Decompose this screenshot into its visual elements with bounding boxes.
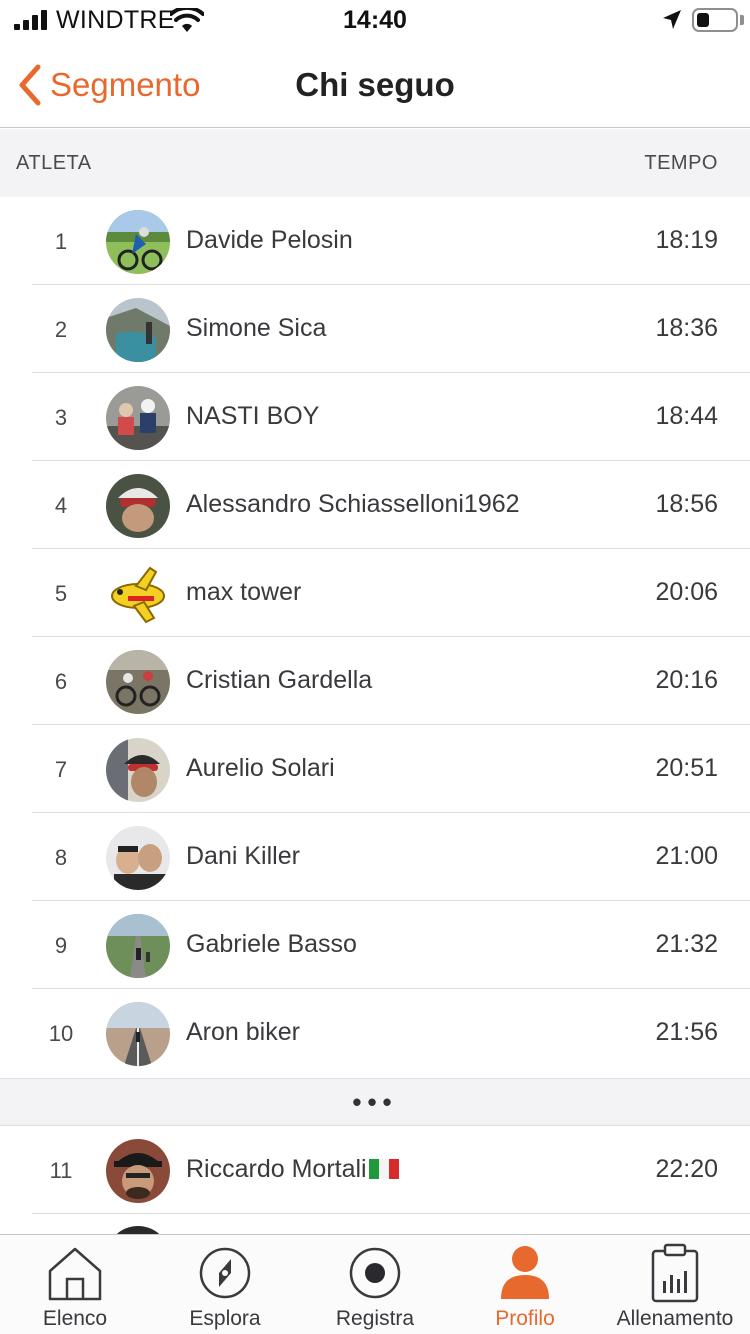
segment-time: 21:32 [655, 930, 718, 958]
athlete-name: NASTI BOY [186, 402, 320, 430]
avatar[interactable] [106, 1139, 170, 1203]
avatar[interactable] [106, 298, 170, 362]
segment-time: 18:56 [655, 490, 718, 518]
record-icon [349, 1247, 401, 1299]
segment-time: 20:16 [655, 666, 718, 694]
tab-label: Elenco [42, 1307, 108, 1330]
avatar[interactable] [106, 914, 170, 978]
row-rank: 3 [54, 405, 68, 430]
tab-profilo[interactable]: Profilo [450, 1235, 600, 1334]
segment-time: 18:44 [655, 402, 718, 430]
athlete-name: Cristian Gardella [186, 666, 373, 694]
tab-esplora[interactable]: Esplora [150, 1235, 300, 1334]
row-rank: 4 [54, 493, 68, 518]
avatar[interactable] [106, 738, 170, 802]
italy-flag-icon [368, 1159, 399, 1179]
segment-time: 21:56 [655, 1018, 718, 1046]
avatar[interactable] [106, 826, 170, 890]
clipboard-chart-icon [651, 1243, 699, 1303]
leaderboard-row[interactable]: 10 Aron biker 21:56 [0, 989, 750, 1077]
row-rank: 5 [54, 581, 68, 606]
tab-label: Registra [335, 1307, 415, 1330]
row-rank: 2 [54, 317, 68, 342]
avatar-partial [106, 1226, 170, 1234]
athlete-name: Riccardo Mortali [186, 1155, 399, 1184]
location-arrow-icon [663, 10, 681, 29]
athlete-name: Simone Sica [186, 314, 327, 342]
tab-label: Esplora [189, 1307, 261, 1330]
leaderboard-row[interactable]: 9 Gabriele Basso 21:32 [0, 901, 750, 989]
bottom-tab-bar: Elenco Esplora Registra Profilo Allename… [0, 1234, 750, 1334]
battery-icon [692, 8, 738, 32]
segment-time: 20:51 [655, 754, 718, 782]
compass-icon [199, 1247, 251, 1299]
row-rank: 7 [54, 757, 68, 782]
athlete-name: Dani Killer [186, 842, 300, 870]
battery-cap [740, 15, 744, 25]
leaderboard-column-header: ATLETA TEMPO [0, 129, 750, 197]
leaderboard-row[interactable]: 7 Aurelio Solari 20:51 [0, 725, 750, 813]
row-rank: 10 [48, 1021, 74, 1046]
column-time-label: TEMPO [644, 152, 718, 174]
leaderboard-row[interactable]: 11 Riccardo Mortali 22:20 [0, 1126, 750, 1214]
leaderboard-row[interactable]: 6 Cristian Gardella 20:16 [0, 637, 750, 725]
navigation-header: Segmento Chi seguo [0, 42, 750, 128]
row-rank: 11 [49, 1158, 73, 1183]
athlete-name: Gabriele Basso [186, 930, 357, 958]
leaderboard-row[interactable]: 3 NASTI BOY 18:44 [0, 373, 750, 461]
avatar[interactable] [106, 562, 170, 626]
segment-time: 18:36 [655, 314, 718, 342]
row-rank: 1 [54, 229, 68, 254]
profile-icon [501, 1246, 549, 1299]
page-title: Chi seguo [295, 66, 455, 103]
row-rank: 9 [54, 933, 68, 958]
athlete-name: Davide Pelosin [186, 226, 353, 254]
avatar[interactable] [106, 1002, 170, 1066]
avatar[interactable] [106, 650, 170, 714]
leaderboard-row[interactable]: 8 Dani Killer 21:00 [0, 813, 750, 901]
home-icon [48, 1247, 102, 1301]
column-athlete-label: ATLETA [16, 152, 92, 174]
row-divider [32, 1213, 750, 1214]
avatar[interactable] [106, 474, 170, 538]
row-rank: 8 [54, 845, 68, 870]
segment-time: 21:00 [655, 842, 718, 870]
leaderboard-row[interactable]: 1 Davide Pelosin 18:19 [0, 197, 750, 285]
athlete-name: max tower [186, 578, 302, 606]
segment-time: 20:06 [655, 578, 718, 606]
leaderboard-row[interactable]: 5 max tower 20:06 [0, 549, 750, 637]
segment-time: 22:20 [655, 1155, 718, 1183]
tab-label: Profilo [495, 1307, 555, 1330]
row-rank: 6 [54, 669, 68, 694]
leaderboard-row[interactable]: 4 Alessandro Schiasselloni1962 18:56 [0, 461, 750, 549]
tab-elenco[interactable]: Elenco [0, 1235, 150, 1334]
athlete-name: Aron biker [186, 1018, 300, 1046]
tab-registra[interactable]: Registra [300, 1235, 450, 1334]
status-bar: WINDTRE 14:40 [0, 0, 750, 42]
athlete-name: Aurelio Solari [186, 754, 335, 782]
avatar[interactable] [106, 386, 170, 450]
leaderboard-row[interactable]: 2 Simone Sica 18:36 [0, 285, 750, 373]
avatar[interactable] [106, 210, 170, 274]
segment-time: 18:19 [655, 226, 718, 254]
leaderboard-gap-separator: ••• [0, 1078, 750, 1126]
tab-allenamento[interactable]: Allenamento [600, 1235, 750, 1334]
status-clock: 14:40 [343, 6, 407, 34]
athlete-name: Alessandro Schiasselloni1962 [186, 490, 520, 518]
tab-label: Allenamento [616, 1307, 734, 1330]
ellipsis-icon: ••• [352, 1087, 398, 1117]
